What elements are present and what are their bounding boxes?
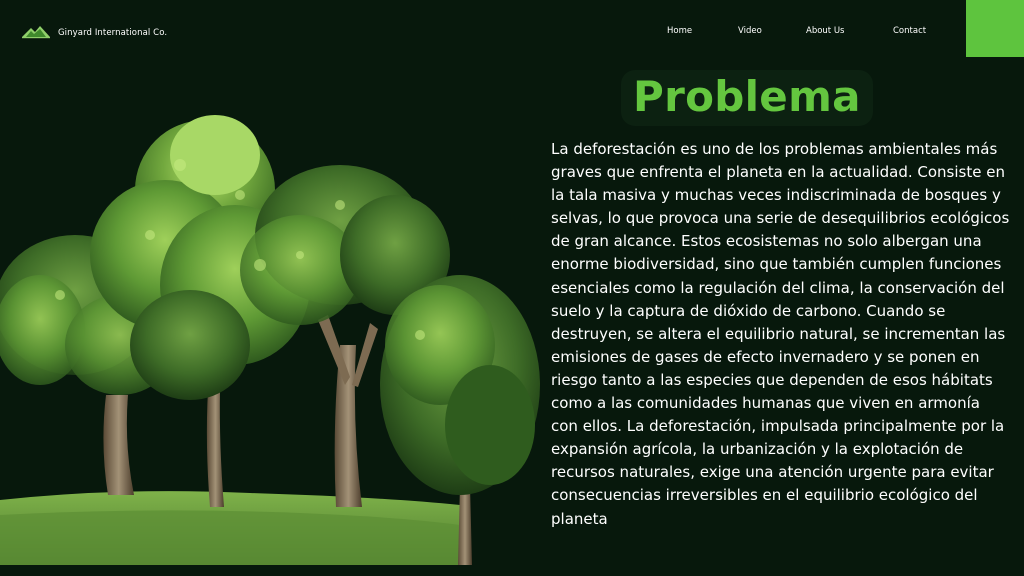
mountain-logo-icon: [22, 23, 50, 43]
trees-illustration: [0, 115, 540, 565]
nav-contact-link[interactable]: Contact: [893, 26, 926, 36]
nav-about-us-link[interactable]: About Us: [806, 26, 844, 36]
brand[interactable]: Ginyard International Co.: [22, 23, 167, 43]
nav-home-link[interactable]: Home: [667, 26, 692, 36]
title-container: Problema: [621, 70, 873, 127]
brand-name: Ginyard International Co.: [58, 28, 168, 38]
page: Ginyard International Co. Home Video Abo…: [0, 0, 1024, 576]
accent-block: [966, 0, 1024, 57]
nav-video-link[interactable]: Video: [738, 26, 762, 36]
page-title: Problema: [633, 72, 861, 121]
problem-description: La deforestación es uno de los problemas…: [551, 140, 1010, 528]
